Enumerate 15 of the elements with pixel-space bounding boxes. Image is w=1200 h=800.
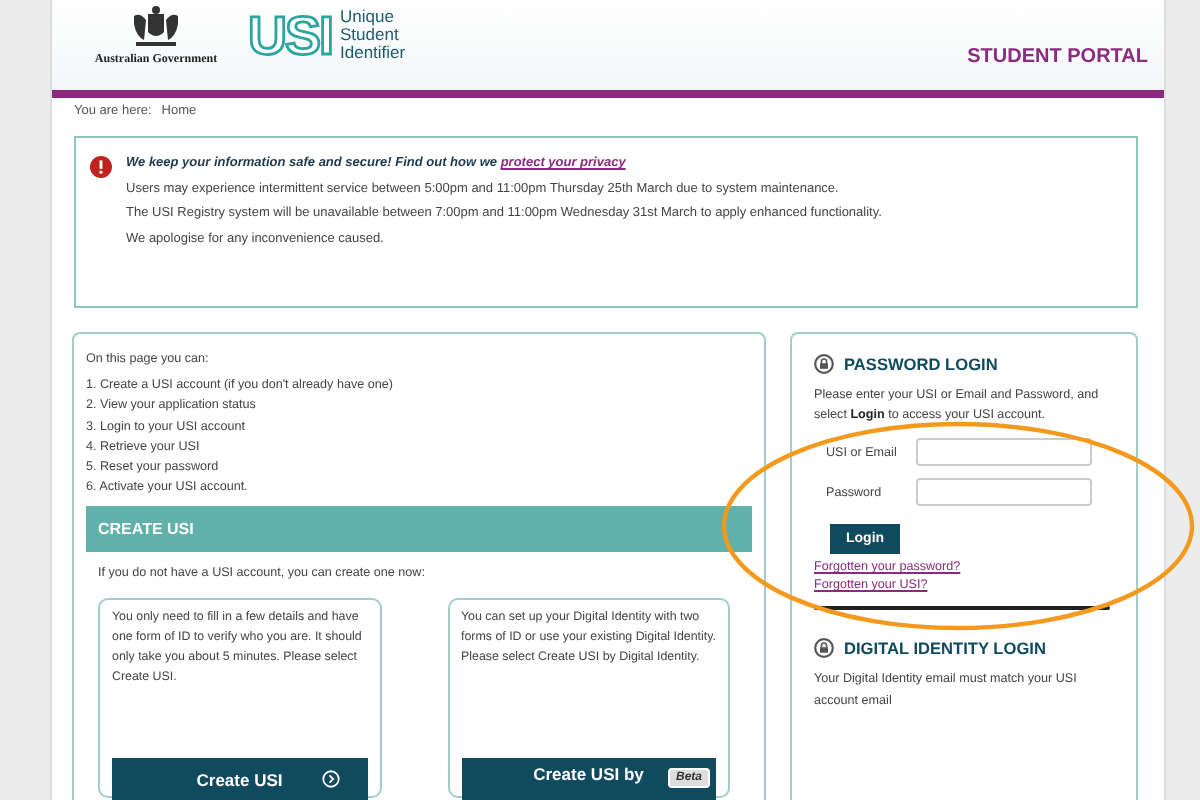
input-field[interactable] — [916, 478, 1092, 507]
logo-text: Student — [340, 26, 401, 44]
lock-icon — [814, 638, 834, 659]
login-heading: DIGITAL IDENTITY LOGIN — [844, 638, 1046, 659]
section-heading: CREATE USI — [86, 506, 752, 553]
arrow-icon — [321, 769, 339, 788]
lock-icon — [814, 354, 834, 374]
alert-icon — [90, 156, 112, 178]
portal-title: STUDENT PORTAL — [967, 46, 1148, 68]
create-usi-button[interactable]: Create USI — [112, 757, 367, 800]
usi-logo: USI — [248, 9, 333, 61]
logo-text: Identifier — [340, 44, 406, 62]
input-field[interactable] — [916, 438, 1092, 467]
logo-text: Unique — [340, 8, 396, 26]
login-heading: PASSWORD LOGIN — [844, 354, 998, 374]
